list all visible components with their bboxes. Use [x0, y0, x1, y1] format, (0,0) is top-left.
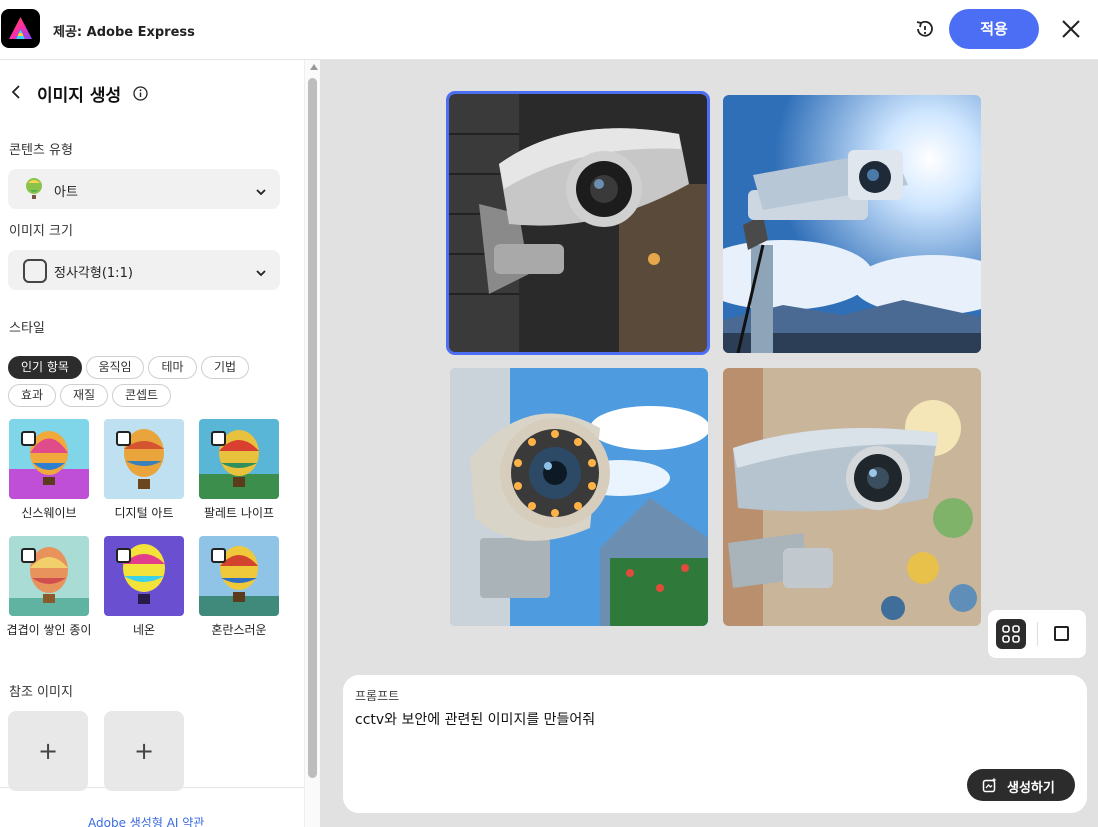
image-size-value: 정사각형(1:1) [54, 266, 133, 281]
terms-link[interactable]: Adobe 생성형 AI 약관 [88, 814, 204, 827]
style-checkbox[interactable] [211, 548, 226, 563]
style-tab-material[interactable]: 재질 [60, 384, 108, 407]
reference-image-slot[interactable]: + [104, 711, 184, 791]
chevron-down-icon [255, 264, 267, 277]
scroll-up-arrow[interactable] [310, 64, 318, 70]
reference-image-slot[interactable]: + [8, 711, 88, 791]
generated-image-1[interactable] [446, 91, 710, 355]
style-label-chaotic: 혼란스러운 [211, 623, 267, 637]
close-icon[interactable] [1058, 16, 1084, 42]
style-checkbox[interactable] [211, 431, 226, 446]
divider [0, 787, 304, 788]
app-title: 제공: Adobe Express [53, 25, 195, 40]
divider [1037, 622, 1038, 646]
add-icon: + [133, 737, 155, 765]
style-tile-synthwave[interactable] [9, 419, 89, 499]
adobe-express-logo [1, 9, 40, 48]
square-ratio-icon [23, 259, 47, 283]
prompt-input[interactable]: cctv와 보안에 관련된 이미지를 만들어줘 [355, 709, 595, 729]
generate-icon [982, 777, 998, 793]
generate-button[interactable]: 생성하기 [967, 769, 1075, 801]
style-tab-popular[interactable]: 인기 항목 [8, 356, 82, 379]
style-tile-chaotic[interactable] [199, 536, 279, 616]
style-tile-palette-knife[interactable] [199, 419, 279, 499]
style-checkbox[interactable] [21, 431, 36, 446]
image-size-dropdown[interactable]: 정사각형(1:1) [8, 250, 280, 290]
style-checkbox[interactable] [116, 431, 131, 446]
view-mode-toggle [988, 610, 1086, 658]
style-tile-layered-paper[interactable] [9, 536, 89, 616]
style-tab-effects[interactable]: 효과 [8, 384, 56, 407]
top-bar: 제공: Adobe Express 적용 [0, 0, 1098, 60]
style-tab-technique[interactable]: 기법 [201, 356, 249, 379]
preview-area: 프롬프트 cctv와 보안에 관련된 이미지를 만들어줘 생성하기 [320, 60, 1098, 827]
prompt-label: 프롬프트 [355, 689, 400, 703]
info-icon[interactable] [133, 86, 148, 101]
generated-image-4[interactable] [723, 368, 981, 626]
style-label: 스타일 [9, 321, 45, 336]
add-icon: + [37, 737, 59, 765]
generated-image-2[interactable] [723, 95, 981, 353]
style-checkbox[interactable] [21, 548, 36, 563]
content-type-value: 아트 [54, 185, 78, 200]
image-size-label: 이미지 크기 [9, 224, 73, 239]
scrollbar-thumb[interactable] [308, 78, 317, 778]
prompt-panel: 프롬프트 cctv와 보안에 관련된 이미지를 만들어줘 생성하기 [343, 675, 1087, 813]
content-type-label: 콘텐츠 유형 [9, 143, 73, 158]
content-type-dropdown[interactable]: 아트 [8, 169, 280, 209]
style-tab-concept[interactable]: 콘셉트 [112, 384, 171, 407]
style-tile-digital-art[interactable] [104, 419, 184, 499]
style-label-neon: 네온 [132, 623, 156, 637]
style-label-synthwave: 신스웨이브 [21, 506, 77, 520]
single-view-icon[interactable] [1054, 626, 1069, 641]
history-icon[interactable] [912, 16, 938, 42]
scrollbar[interactable] [304, 60, 320, 827]
back-chevron-icon[interactable] [9, 84, 25, 100]
reference-image-label: 참조 이미지 [9, 685, 73, 700]
generated-image-3[interactable] [450, 368, 708, 626]
style-label-palette-knife: 팔레트 나이프 [203, 506, 275, 520]
apply-button[interactable]: 적용 [949, 9, 1039, 49]
style-tab-theme[interactable]: 테마 [148, 356, 197, 379]
style-label-digital-art: 디지털 아트 [114, 506, 174, 520]
panel-title: 이미지 생성 [37, 86, 122, 106]
grid-view-icon[interactable] [996, 619, 1026, 649]
generate-label: 생성하기 [1007, 781, 1055, 796]
balloon-icon [24, 178, 44, 200]
style-checkbox[interactable] [116, 548, 131, 563]
style-tile-neon[interactable] [104, 536, 184, 616]
style-label-layered-paper: 겹겹이 쌓인 종이 [6, 623, 92, 637]
generate-image-panel: 이미지 생성 콘텐츠 유형 아트 이미지 크기 정사각형(1:1) 스타일 인기… [0, 60, 320, 827]
chevron-down-icon [255, 183, 267, 196]
style-tab-motion[interactable]: 움직임 [86, 356, 144, 379]
